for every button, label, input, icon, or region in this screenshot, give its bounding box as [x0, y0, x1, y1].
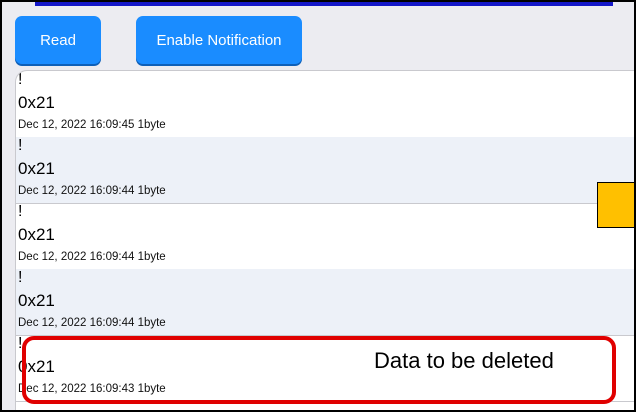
list-item[interactable]: ! 0x21 Dec 12, 2022 16:09:45 1byte [16, 71, 634, 138]
list-item[interactable]: ! 0x21 Dec 12, 2022 16:09:44 1byte [16, 203, 634, 270]
item-timestamp: Dec 12, 2022 16:09:45 1byte [18, 119, 166, 131]
item-timestamp: Dec 12, 2022 16:09:44 1byte [18, 185, 166, 197]
list-item[interactable]: ! 0x21 Dec 12, 2022 16:09:44 1byte [16, 269, 634, 336]
item-timestamp: Dec 12, 2022 16:09:44 1byte [18, 251, 166, 263]
item-timestamp: Dec 12, 2022 16:09:44 1byte [18, 317, 166, 329]
top-bar [35, 2, 613, 6]
alert-mark: ! [18, 269, 23, 286]
alert-mark: ! [18, 203, 23, 220]
item-value: 0x21 [18, 93, 55, 112]
callout-label: Data to be deleted [374, 348, 554, 373]
item-value: 0x21 [18, 291, 55, 310]
app-window: Read Enable Notification ! 0x21 Dec 12, … [0, 0, 636, 412]
item-value: 0x21 [18, 225, 55, 244]
orange-marker [597, 182, 634, 228]
read-button[interactable]: Read [15, 16, 101, 64]
enable-notification-button[interactable]: Enable Notification [136, 16, 302, 64]
list-item[interactable]: ! 0x21 Dec 12, 2022 16:09:44 1byte [16, 137, 634, 204]
alert-mark: ! [18, 137, 23, 154]
item-value: 0x21 [18, 159, 55, 178]
alert-mark: ! [18, 71, 23, 88]
